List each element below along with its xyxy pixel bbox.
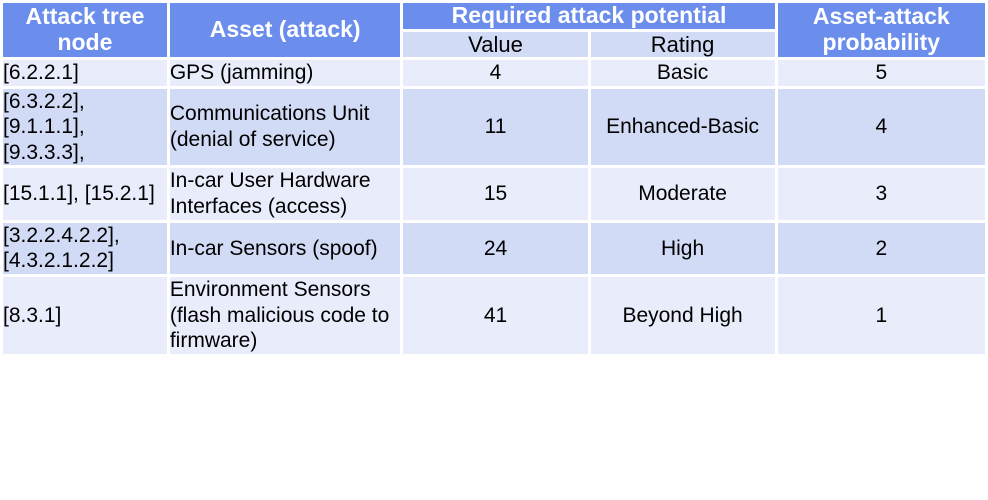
cell-attack-tree-node: [6.2.2.1]: [3, 60, 167, 86]
table-row: [6.3.2.2], [9.1.1.1], [9.3.3.3], Communi…: [3, 88, 985, 166]
cell-asset-attack-probability: 3: [777, 168, 985, 220]
column-header-attack-tree-node[interactable]: Attack tree node: [3, 3, 167, 58]
cell-asset-attack-probability: 4: [777, 88, 985, 166]
cell-attack-potential-rating: Basic: [590, 60, 775, 86]
table-row: [8.3.1] Environment Sensors (flash malic…: [3, 276, 985, 354]
cell-attack-potential-value: 24: [403, 222, 588, 274]
cell-attack-tree-node: [15.1.1], [15.2.1]: [3, 168, 167, 220]
cell-attack-potential-value: 41: [403, 276, 588, 354]
cell-asset-attack-probability: 2: [777, 222, 985, 274]
cell-attack-tree-node: [8.3.1]: [3, 276, 167, 354]
cell-attack-potential-rating: Beyond High: [590, 276, 775, 354]
cell-attack-potential-rating: Moderate: [590, 168, 775, 220]
cell-asset-attack: GPS (jamming): [169, 60, 401, 86]
cell-asset-attack: Environment Sensors (flash malicious cod…: [169, 276, 401, 354]
column-header-value[interactable]: Value: [403, 31, 588, 58]
column-header-asset-attack[interactable]: Asset (attack): [169, 3, 401, 58]
cell-attack-potential-rating: Enhanced-Basic: [590, 88, 775, 166]
cell-attack-tree-node: [6.3.2.2], [9.1.1.1], [9.3.3.3],: [3, 88, 167, 166]
cell-attack-potential-rating: High: [590, 222, 775, 274]
column-header-asset-attack-probability[interactable]: Asset-attack probability: [777, 3, 985, 58]
attack-potential-table: Attack tree node Asset (attack) Required…: [0, 0, 988, 357]
cell-attack-tree-node: [3.2.2.4.2.2], [4.3.2.1.2.2]: [3, 222, 167, 274]
cell-asset-attack: Communications Unit (denial of service): [169, 88, 401, 166]
table-row: [6.2.2.1] GPS (jamming) 4 Basic 5: [3, 60, 985, 86]
column-header-rating[interactable]: Rating: [590, 31, 775, 58]
table-header-row-primary: Attack tree node Asset (attack) Required…: [3, 2, 985, 58]
table-row: [15.1.1], [15.2.1] In-car User Hardware …: [3, 168, 985, 220]
cell-asset-attack-probability: 5: [777, 60, 985, 86]
cell-asset-attack-probability: 1: [777, 276, 985, 354]
cell-attack-potential-value: 4: [403, 60, 588, 86]
cell-attack-potential-value: 11: [403, 88, 588, 166]
column-header-required-attack-potential[interactable]: Required attack potential: [403, 2, 775, 29]
table-row: [3.2.2.4.2.2], [4.3.2.1.2.2] In-car Sens…: [3, 222, 985, 274]
cell-asset-attack: In-car User Hardware Interfaces (access): [169, 168, 401, 220]
cell-asset-attack: In-car Sensors (spoof): [169, 222, 401, 274]
cell-attack-potential-value: 15: [403, 168, 588, 220]
